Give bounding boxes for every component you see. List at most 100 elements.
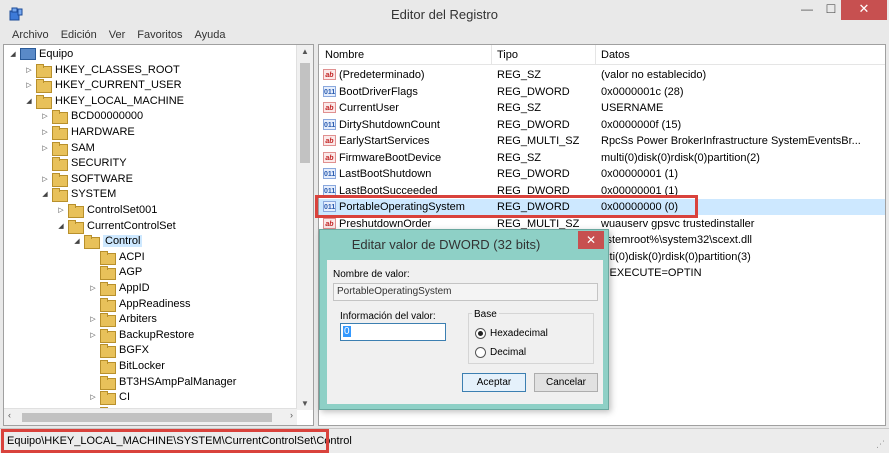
tree-item[interactable]: BGFX bbox=[88, 342, 149, 359]
tree-item[interactable]: ▷ SOFTWARE bbox=[40, 171, 133, 187]
expand-arrow-icon[interactable]: ▷ bbox=[88, 331, 98, 339]
collapse-arrow-icon[interactable]: ◢ bbox=[56, 222, 66, 230]
tree-item[interactable]: BitLocker bbox=[88, 358, 165, 374]
tree-item[interactable]: AGP bbox=[88, 264, 142, 281]
tree-item[interactable]: AppReadiness bbox=[88, 296, 191, 312]
tree-item[interactable]: ▷ HARDWARE bbox=[40, 124, 135, 140]
scroll-thumb[interactable] bbox=[22, 413, 272, 422]
folder-icon bbox=[100, 313, 116, 328]
tree-item[interactable]: ▷ BCD00000000 bbox=[40, 108, 143, 125]
menu-edicion[interactable]: Edición bbox=[55, 28, 103, 44]
tree-item[interactable]: ◢ SYSTEM bbox=[40, 186, 116, 203]
expand-arrow-icon[interactable]: ▷ bbox=[88, 284, 98, 292]
list-row[interactable]: 011 LastBootShutdown REG_DWORD 0x00000001 (… bbox=[319, 166, 885, 182]
binary-value-icon: 011 bbox=[323, 118, 336, 130]
tree-item[interactable]: ▷ AppID bbox=[88, 280, 150, 296]
scroll-left-icon[interactable]: ‹ bbox=[8, 410, 11, 420]
tree-item-label: Arbiters bbox=[119, 313, 157, 326]
string-value-icon: ab bbox=[323, 69, 336, 80]
radio-hexadecimal-label: Hexadecimal bbox=[490, 327, 548, 339]
scroll-right-icon[interactable]: › bbox=[290, 410, 293, 420]
expand-arrow-icon[interactable]: ▷ bbox=[88, 393, 98, 401]
collapse-arrow-icon[interactable]: ◢ bbox=[72, 237, 82, 245]
value-data: 0x0000001c (28) bbox=[601, 85, 684, 98]
list-row[interactable]: ab FirmwareBootDevice REG_SZ multi(0)disk(0… bbox=[319, 150, 885, 166]
list-row[interactable]: ab CurrentUser REG_SZ USERNAME bbox=[319, 100, 885, 116]
tree-item-label: AppID bbox=[119, 282, 150, 294]
expand-arrow-icon[interactable]: ▷ bbox=[24, 81, 34, 89]
expand-arrow-icon[interactable]: ▷ bbox=[40, 175, 50, 183]
tree-item[interactable]: BT3HSAmpPalManager bbox=[88, 374, 236, 390]
tree-horizontal-scrollbar[interactable]: ‹ › bbox=[4, 408, 297, 425]
expand-arrow-icon[interactable]: ▷ bbox=[40, 128, 50, 136]
close-icon[interactable]: ✕ bbox=[841, 0, 887, 20]
tree-item[interactable]: ▷ CI bbox=[88, 389, 130, 406]
collapse-arrow-icon[interactable]: ◢ bbox=[24, 97, 34, 105]
folder-icon bbox=[100, 328, 116, 343]
value-type: REG_DWORD bbox=[497, 201, 570, 213]
tree-item[interactable]: ▷ ControlSet001 bbox=[56, 202, 157, 218]
tree-item-label: SAM bbox=[71, 141, 95, 154]
list-row[interactable]: 011 BootDriverFlags REG_DWORD 0x0000001c (2… bbox=[319, 84, 885, 100]
value-data: 0x00000001 (1) bbox=[601, 184, 679, 197]
list-row[interactable]: ab (Predeterminado) REG_SZ (valor no establ… bbox=[319, 67, 885, 83]
value-name: PreshutdownOrder bbox=[339, 217, 432, 230]
tree-item[interactable]: ▷ SAM bbox=[40, 140, 95, 156]
expand-arrow-icon[interactable]: ▷ bbox=[24, 66, 34, 74]
folder-icon bbox=[36, 63, 52, 78]
radio-unchecked-icon[interactable] bbox=[475, 346, 486, 358]
tree-item[interactable]: ▷ HKEY_CLASSES_ROOT bbox=[24, 62, 180, 78]
menu-archivo[interactable]: Archivo bbox=[6, 28, 55, 44]
list-row[interactable]: ab EarlyStartServices REG_MULTI_SZ RpcSs Po… bbox=[319, 133, 885, 149]
resize-grip-icon[interactable]: ⋰ bbox=[876, 439, 885, 450]
value-name: DirtyShutdownCount bbox=[339, 118, 440, 131]
tree-item[interactable]: ◢ CurrentControlSet bbox=[56, 218, 176, 234]
ok-button[interactable]: Aceptar bbox=[462, 373, 526, 392]
tree-item[interactable]: ▷ HKEY_CURRENT_USER bbox=[24, 77, 182, 94]
menu-ayuda[interactable]: Ayuda bbox=[189, 28, 232, 44]
collapse-arrow-icon[interactable]: ◢ bbox=[40, 190, 50, 198]
list-row[interactable]: 011 DirtyShutdownCount REG_DWORD 0x0000000f… bbox=[319, 117, 885, 133]
scroll-up-icon[interactable]: ▲ bbox=[297, 47, 313, 56]
folder-icon bbox=[100, 344, 116, 359]
dialog-close-icon[interactable]: ✕ bbox=[578, 231, 604, 249]
cancel-button[interactable]: Cancelar bbox=[534, 373, 598, 392]
menu-ver[interactable]: Ver bbox=[103, 28, 132, 44]
expand-arrow-icon[interactable]: ▷ bbox=[40, 112, 50, 120]
folder-icon bbox=[100, 250, 116, 265]
tree-item[interactable]: ◢ HKEY_LOCAL_MACHINE bbox=[24, 93, 184, 109]
value-data: USERNAME bbox=[601, 102, 664, 114]
scroll-thumb[interactable] bbox=[300, 63, 310, 163]
expand-arrow-icon[interactable]: ▷ bbox=[88, 315, 98, 323]
expand-arrow-icon[interactable]: ▷ bbox=[56, 206, 66, 214]
tree-item-label: SECURITY bbox=[71, 157, 127, 170]
radio-decimal[interactable]: Decimal bbox=[475, 345, 526, 359]
collapse-arrow-icon[interactable]: ◢ bbox=[8, 50, 18, 58]
value-data: 0x0000000f (15) bbox=[601, 118, 682, 131]
value-data: OEXECUTE=OPTIN bbox=[601, 267, 702, 279]
column-header-datos[interactable]: Datos bbox=[601, 49, 630, 61]
tree-item[interactable]: ACPI bbox=[88, 249, 145, 265]
tree-item-label: CurrentControlSet bbox=[87, 219, 176, 232]
column-header-tipo[interactable]: Tipo bbox=[497, 49, 518, 61]
expand-arrow-icon[interactable]: ▷ bbox=[40, 144, 50, 152]
tree-item[interactable]: ◢ Control bbox=[72, 233, 143, 250]
registry-tree[interactable]: ◢ Equipo ▷ HKEY_CLASSES_ROOT ▷ HKEY_CURRENT_U… bbox=[3, 44, 314, 426]
value-data-input[interactable]: 0 bbox=[340, 323, 446, 341]
scroll-down-icon[interactable]: ▼ bbox=[297, 399, 313, 408]
list-row[interactable]: 011 LastBootSucceeded REG_DWORD 0x00000001 … bbox=[319, 183, 885, 199]
value-data: RpcSs Power BrokerInfrastructure SystemE… bbox=[601, 135, 861, 147]
tree-item-label: CI bbox=[119, 391, 130, 404]
tree-item[interactable]: ◢ Equipo bbox=[8, 46, 73, 62]
list-row[interactable]: 011 PortableOperatingSystem REG_DWORD 0x000… bbox=[319, 199, 885, 215]
column-header-nombre[interactable]: Nombre bbox=[325, 49, 364, 61]
value-type: REG_DWORD bbox=[497, 85, 570, 98]
menu-favoritos[interactable]: Favoritos bbox=[131, 28, 188, 44]
tree-vertical-scrollbar[interactable]: ▲ ▼ bbox=[296, 45, 313, 410]
folder-icon bbox=[68, 219, 84, 234]
tree-item[interactable]: ▷ BackupRestore bbox=[88, 327, 194, 343]
radio-checked-icon[interactable] bbox=[475, 327, 486, 339]
radio-hexadecimal[interactable]: Hexadecimal bbox=[475, 326, 548, 340]
tree-item[interactable]: SECURITY bbox=[40, 155, 127, 172]
tree-item[interactable]: ▷ Arbiters bbox=[88, 311, 157, 328]
